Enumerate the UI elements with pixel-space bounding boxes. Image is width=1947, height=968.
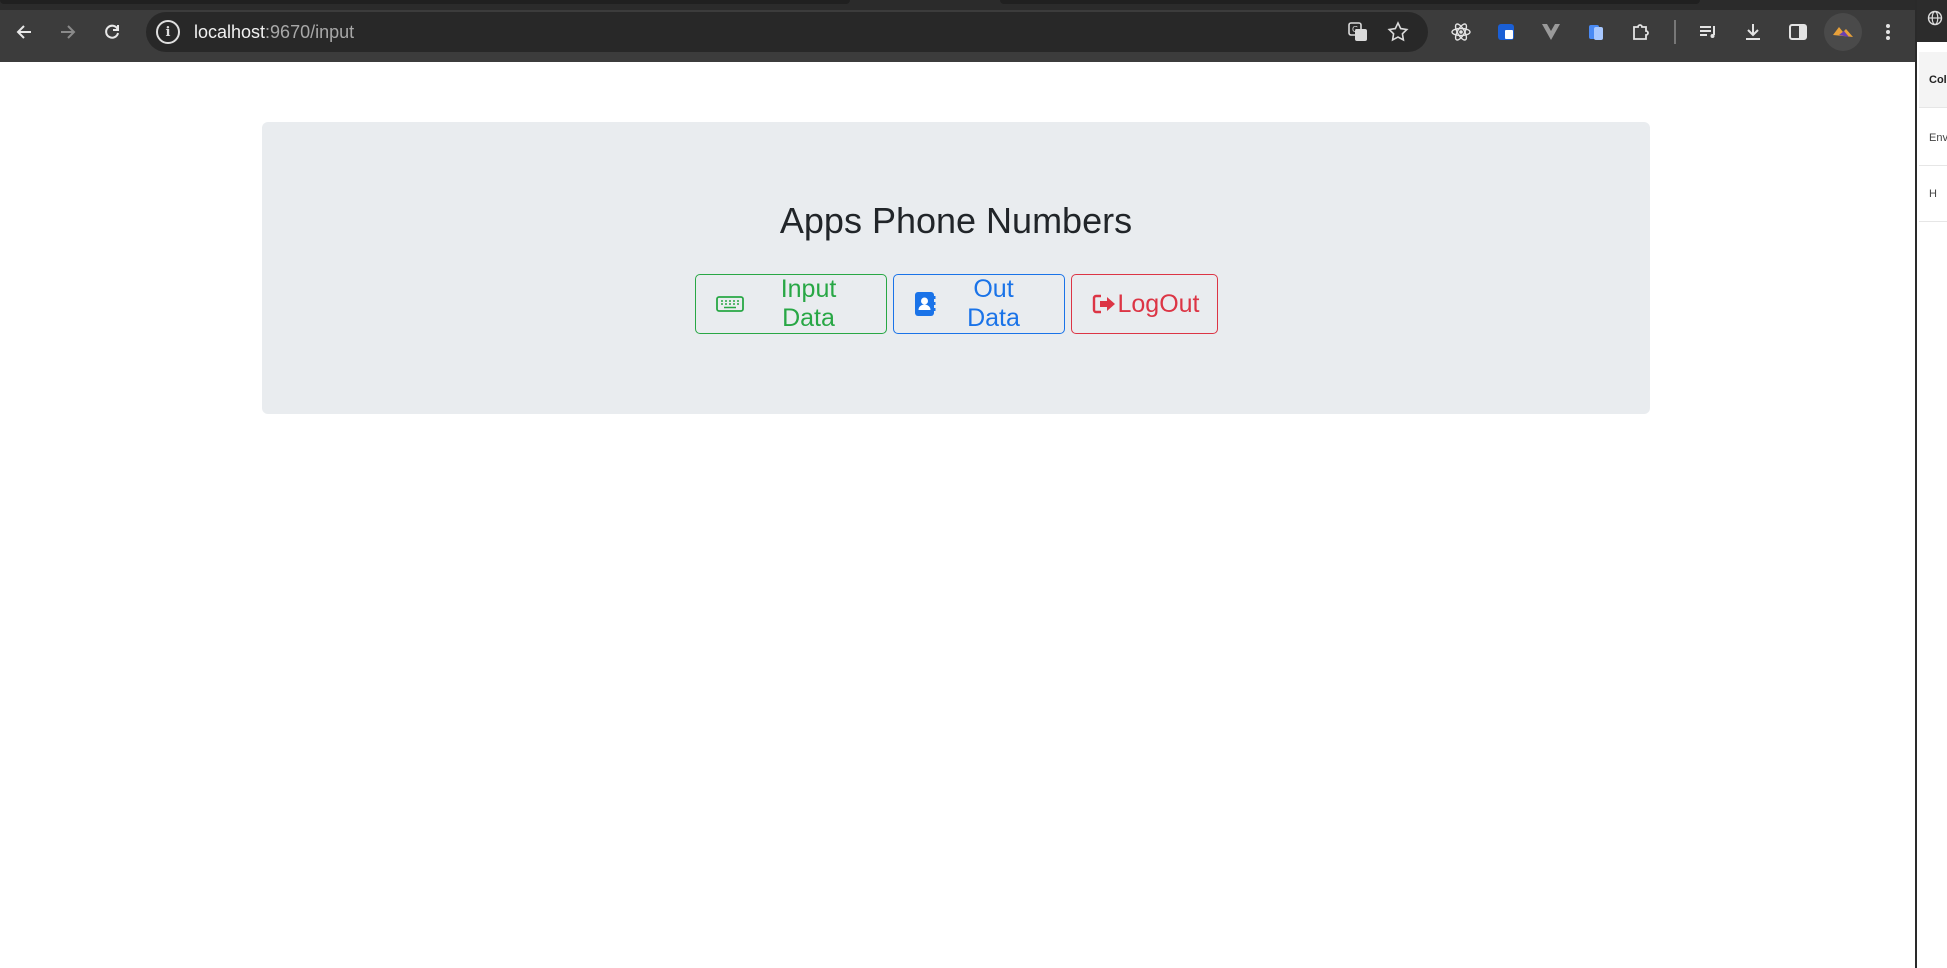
menu-icon[interactable] <box>1874 18 1902 46</box>
action-buttons: Input Data Out Data LogOut <box>262 274 1650 334</box>
contact-book-icon <box>914 291 936 317</box>
out-data-button[interactable]: Out Data <box>892 274 1065 334</box>
logout-label: LogOut <box>1117 289 1200 318</box>
url-path: :9670/input <box>265 21 355 42</box>
vue-devtools-icon[interactable] <box>1537 18 1565 46</box>
side-panel-icon[interactable] <box>1784 18 1812 46</box>
address-bar[interactable]: i localhost:9670/input G <box>146 12 1428 52</box>
back-icon[interactable] <box>8 16 40 48</box>
extension-docs-icon[interactable] <box>1582 18 1610 46</box>
browser-toolbar: i localhost:9670/input G <box>0 0 1947 62</box>
globe-icon[interactable] <box>1917 0 1947 42</box>
url-text[interactable]: localhost:9670/input <box>194 22 354 43</box>
logout-button[interactable]: LogOut <box>1070 274 1218 334</box>
extension-shield-icon[interactable] <box>1492 18 1520 46</box>
forward-icon[interactable] <box>52 16 84 48</box>
tab-strip <box>0 0 1947 10</box>
tab-right[interactable] <box>1000 0 1700 4</box>
profile-avatar[interactable] <box>1824 13 1862 51</box>
input-data-button[interactable]: Input Data <box>694 274 887 334</box>
out-data-label: Out Data <box>967 275 1020 332</box>
react-devtools-icon[interactable] <box>1447 18 1475 46</box>
svg-text:G: G <box>1352 25 1358 34</box>
side-panel-item-history[interactable]: H <box>1919 166 1947 222</box>
header-jumbotron: Apps Phone Numbers Input Data Out Data L… <box>262 122 1650 414</box>
reload-icon[interactable] <box>96 16 128 48</box>
url-host: localhost <box>194 21 266 42</box>
sign-out-icon <box>1092 293 1116 315</box>
tab-left[interactable] <box>0 0 850 4</box>
keyboard-icon <box>715 294 744 314</box>
extensions-puzzle-icon[interactable] <box>1627 18 1655 46</box>
side-panel-item-environments[interactable]: Envir <box>1919 110 1947 166</box>
reading-list-icon[interactable] <box>1694 18 1722 46</box>
side-panel: Coll Envir H <box>1915 0 1947 968</box>
translate-icon[interactable]: G <box>1346 20 1370 44</box>
site-info-icon[interactable]: i <box>156 20 180 44</box>
side-panel-item-collections[interactable]: Coll <box>1919 52 1947 108</box>
toolbar-separator <box>1674 20 1676 44</box>
download-icon[interactable] <box>1739 18 1767 46</box>
page-title: Apps Phone Numbers <box>779 200 1133 241</box>
bookmark-star-icon[interactable] <box>1386 20 1410 44</box>
input-data-label: Input Data <box>780 275 837 332</box>
